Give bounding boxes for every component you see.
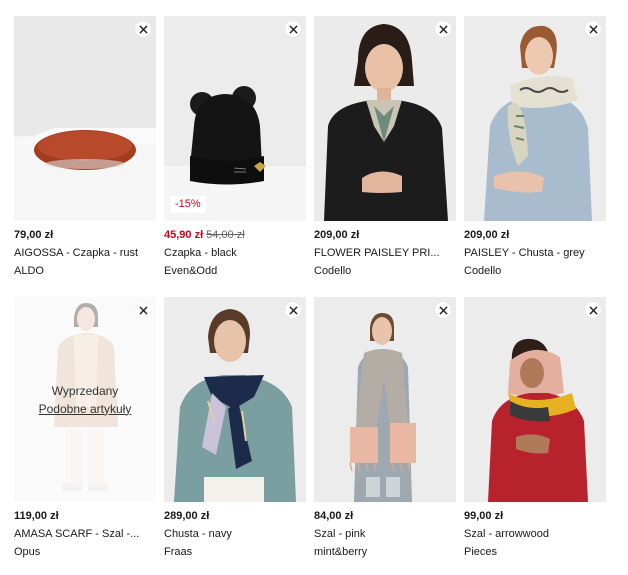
product-price: 99,00 zł	[464, 510, 504, 522]
original-price: 54,00 zł	[206, 229, 245, 241]
product-card[interactable]: 99,00 zł Szal - arrowwood Pieces	[464, 297, 606, 559]
close-icon[interactable]	[135, 302, 151, 318]
product-name[interactable]: Szal - pink	[314, 527, 456, 541]
product-price: 45,90 zł 54,00 zł	[164, 228, 306, 242]
product-card[interactable]: 289,00 zł Chusta - navy Fraas	[164, 297, 306, 559]
product-brand: Codello	[464, 265, 502, 277]
product-name[interactable]: Chusta - navy	[164, 527, 306, 541]
product-name[interactable]: FLOWER PAISLEY PRI...	[314, 246, 456, 260]
product-card[interactable]: 79,00 zł AIGOSSA - Czapka - rust ALDO	[14, 16, 156, 278]
similar-items-link[interactable]: Podobne artykuły	[39, 402, 132, 416]
product-name[interactable]: Czapka - black	[164, 246, 306, 260]
product-image-beanie[interactable]: -15%	[164, 16, 306, 221]
product-card[interactable]: -15% 45,90 zł 54,00 zł Czapka - black Eve…	[164, 16, 306, 278]
sold-out-label: Wyprzedany	[51, 383, 119, 398]
product-image-pink-scarf[interactable]	[314, 297, 456, 502]
product-brand: Opus	[14, 546, 41, 558]
product-price: 79,00 zł	[14, 229, 54, 241]
product-price: 119,00 zł	[14, 510, 59, 522]
close-icon[interactable]	[435, 21, 451, 37]
product-name[interactable]: AIGOSSA - Czapka - rust	[14, 246, 156, 260]
close-icon[interactable]	[435, 302, 451, 318]
product-brand: Pieces	[464, 546, 498, 558]
close-icon[interactable]	[135, 21, 151, 37]
discount-badge: -15%	[170, 196, 206, 213]
product-image-beret[interactable]	[14, 16, 156, 221]
product-image-arrowwood-scarf[interactable]	[464, 297, 606, 502]
product-card[interactable]: Wyprzedany Podobne artykuły 119,00 zł AM…	[14, 297, 156, 559]
product-price: 209,00 zł	[314, 229, 360, 241]
product-image-navy-scarf[interactable]	[164, 297, 306, 502]
product-image-flower-scarf[interactable]	[314, 16, 456, 221]
close-icon[interactable]	[285, 21, 301, 37]
close-icon[interactable]	[285, 302, 301, 318]
close-icon[interactable]	[585, 21, 601, 37]
product-name[interactable]: AMASA SCARF - Szal -...	[14, 527, 156, 541]
sold-out-overlay: Wyprzedany Podobne artykuły	[14, 297, 156, 502]
product-brand: Even&Odd	[164, 265, 218, 277]
product-brand: Fraas	[164, 546, 193, 558]
product-card[interactable]: 209,00 zł FLOWER PAISLEY PRI... Codello	[314, 16, 456, 278]
close-icon[interactable]	[585, 302, 601, 318]
product-price: 84,00 zł	[314, 510, 354, 522]
product-brand: mint&berry	[314, 546, 368, 558]
product-image-paisley-scarf[interactable]	[464, 16, 606, 221]
product-card[interactable]: 209,00 zł PAISLEY - Chusta - grey Codell…	[464, 16, 606, 278]
sale-price: 45,90 zł	[164, 229, 204, 241]
product-brand: ALDO	[14, 265, 44, 277]
product-name[interactable]: PAISLEY - Chusta - grey	[464, 246, 606, 260]
product-price: 289,00 zł	[164, 510, 210, 522]
product-card[interactable]: 84,00 zł Szal - pink mint&berry	[314, 297, 456, 559]
product-image-amasa-scarf[interactable]: Wyprzedany Podobne artykuły	[14, 297, 156, 502]
product-brand: Codello	[314, 265, 352, 277]
product-name[interactable]: Szal - arrowwood	[464, 527, 606, 541]
product-price: 209,00 zł	[464, 229, 510, 241]
